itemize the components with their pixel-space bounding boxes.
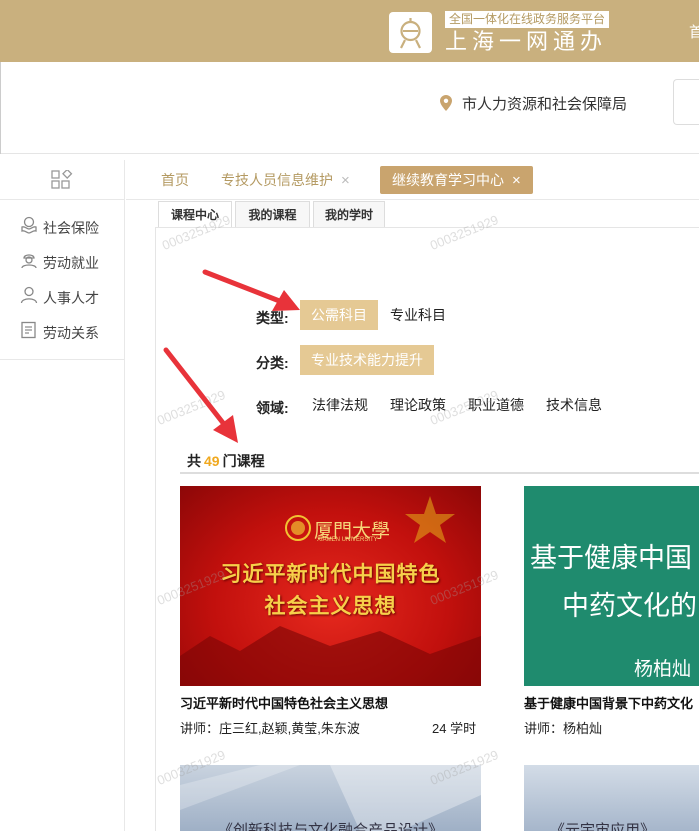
tab-label: 首页 [161, 172, 189, 188]
filter-type-label: 类型: [256, 310, 289, 326]
sidebar-item-employment[interactable]: 劳动就业 [0, 243, 124, 278]
sidebar-menu: 社会保险 劳动就业 人事人才 劳动关系 [0, 208, 124, 348]
close-icon[interactable]: × [512, 172, 521, 189]
course-title[interactable]: 基于健康中国背景下中药文化 [524, 693, 693, 712]
course-title[interactable]: 习近平新时代中国特色社会主义思想 [180, 693, 388, 712]
count-number: 49 [204, 453, 220, 469]
filter-type-professional[interactable]: 专业科目 [390, 300, 446, 330]
logo-icon[interactable] [389, 12, 432, 53]
cover-title-line2: 中药文化的 [562, 591, 697, 622]
count-suffix: 门课程 [222, 453, 265, 469]
shield-hand-icon [21, 216, 37, 234]
cover-lecturer: 杨柏灿 [634, 658, 692, 680]
tab-label: 继续教育学习中心 [392, 172, 504, 188]
top-brand-bar: 全国一体化在线政务服务平台 上海一网通办 首 [0, 0, 699, 62]
tab-bar: 首页 专技人员信息维护 × 继续教育学习中心 × [126, 160, 699, 200]
filter-category-skill[interactable]: 专业技术能力提升 [300, 345, 434, 375]
apps-grid-icon[interactable] [51, 170, 73, 190]
sidebar-item-label: 劳动就业 [43, 255, 99, 271]
department-name[interactable]: 市人力资源和社会保障局 [462, 93, 627, 114]
course-cover-image[interactable]: 《创新科技与文化融合产品设计》 [180, 765, 481, 831]
subtab-course-center[interactable]: 课程中心 [158, 201, 232, 228]
course-lecturer: 讲师：杨柏灿 [524, 721, 603, 736]
cover-title-line1: 习近平新时代中国特色 [220, 563, 441, 586]
subtab-my-hours[interactable]: 我的学时 [313, 201, 385, 228]
course-cover-image[interactable]: 基于健康中国 中药文化的 杨柏灿 [524, 486, 699, 686]
tab-professional-info[interactable]: 专技人员信息维护 × [221, 166, 350, 194]
brand-title[interactable]: 上海一网通办 [445, 28, 607, 56]
sidebar-item-personnel[interactable]: 人事人才 [0, 278, 124, 313]
worker-icon [21, 254, 37, 269]
close-icon[interactable]: × [341, 172, 350, 189]
location-pin-icon [440, 95, 452, 111]
filter-field-label: 领域: [256, 400, 289, 416]
filter-field-ethics[interactable]: 职业道德 [468, 390, 524, 420]
filter-field-theory[interactable]: 理论政策 [390, 390, 446, 420]
sidebar-item-label: 社会保险 [43, 220, 99, 236]
divider [0, 62, 1, 154]
filter-field-law[interactable]: 法律法规 [312, 390, 368, 420]
tab-label: 专技人员信息维护 [221, 172, 333, 188]
home-link[interactable]: 首 [689, 21, 699, 42]
filter-field-tech[interactable]: 技术信息 [546, 390, 602, 420]
brand-tagline: 全国一体化在线政务服务平台 [445, 11, 610, 28]
cover-title-line2: 社会主义思想 [264, 595, 397, 618]
cover-title-line1: 《创新科技与文化融合产品设计》 [218, 822, 444, 831]
sidebar-item-label: 劳动关系 [43, 325, 99, 341]
count-prefix: 共 [187, 453, 201, 469]
sidebar-item-social-insurance[interactable]: 社会保险 [0, 208, 124, 243]
sidebar-header [0, 160, 124, 200]
tab-home[interactable]: 首页 [161, 166, 189, 194]
sidebar-item-label: 人事人才 [43, 290, 99, 306]
subtab-my-courses[interactable]: 我的课程 [235, 201, 310, 228]
course-count: 共 49 门课程 [187, 451, 265, 471]
cover-logo-subtext: XIAMEN UNIVERSITY [317, 537, 378, 543]
document-icon [21, 321, 36, 339]
sidebar: 社会保险 劳动就业 人事人才 劳动关系 [0, 160, 125, 831]
sidebar-item-labor-relations[interactable]: 劳动关系 [0, 313, 124, 348]
search-box[interactable] [673, 79, 699, 125]
course-cover-image[interactable]: 《元宇宙应用》 [524, 765, 699, 831]
tab-learning-center[interactable]: 继续教育学习中心 × [380, 166, 533, 194]
sub-header: 市人力资源和社会保障局 [0, 62, 699, 154]
course-lecturer: 讲师：庄三红,赵颖,黄莹,朱东波 [180, 721, 360, 736]
cover-title-line1: 基于健康中国 [530, 543, 692, 574]
filter-type-public[interactable]: 公需科目 [300, 300, 378, 330]
cover-title-line1: 《元宇宙应用》 [550, 822, 656, 831]
divider [0, 359, 124, 360]
person-icon [20, 286, 38, 304]
course-hours: 24 学时 [432, 721, 477, 736]
divider [180, 472, 699, 474]
course-cover-image[interactable]: 厦門大學 XIAMEN UNIVERSITY 习近平新时代中国特色 社会主义思想 [180, 486, 481, 686]
filter-category-label: 分类: [256, 355, 289, 371]
